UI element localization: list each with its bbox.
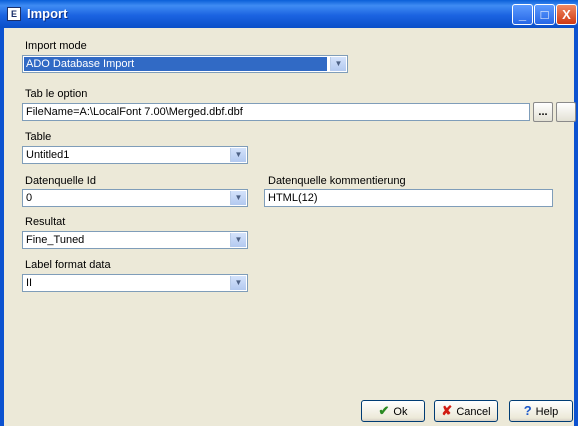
cancel-label: Cancel [456, 406, 491, 418]
table-label: Table [25, 131, 52, 143]
result-select[interactable]: Fine_Tuned ▼ [22, 231, 248, 249]
table-value: Untitled1 [26, 149, 70, 161]
maximize-button[interactable]: □ [534, 4, 555, 25]
destination-select[interactable]: 0 ▼ [22, 189, 248, 207]
result-value: Fine_Tuned [26, 234, 85, 246]
result-label: Resultat [25, 216, 66, 228]
extra-button[interactable] [556, 102, 576, 122]
close-button[interactable]: X [556, 4, 577, 25]
destination-name-value: HTML(12) [268, 192, 318, 204]
ok-button[interactable]: ✔ Ok [361, 400, 425, 422]
title-bar: E Import _ □ X [0, 0, 578, 28]
window-border-right [574, 28, 578, 426]
help-label: Help [535, 406, 559, 418]
import-mode-value: ADO Database Import [24, 57, 327, 71]
destination-name-field[interactable]: HTML(12) [264, 189, 553, 207]
browse-button[interactable]: ... [533, 102, 553, 122]
connection-label: Tab le option [25, 88, 88, 100]
destination-value: 0 [26, 192, 33, 204]
chevron-down-icon[interactable]: ▼ [230, 148, 246, 162]
window-title: Import [27, 6, 68, 21]
label-format-label: Label format data [25, 259, 111, 271]
checkmark-icon: ✔ [378, 403, 390, 418]
help-icon: ? [523, 403, 532, 418]
connection-field[interactable]: FileName=A:\LocalFont 7.00\Merged.dbf.db… [22, 103, 530, 121]
connection-value: FileName=A:\LocalFont 7.00\Merged.dbf.db… [26, 106, 243, 118]
minimize-button[interactable]: _ [512, 4, 533, 25]
cancel-button[interactable]: ✘ Cancel [434, 400, 498, 422]
chevron-down-icon[interactable]: ▼ [230, 276, 246, 290]
label-format-select[interactable]: II ▼ [22, 274, 248, 292]
destination-name-label: Datenquelle kommentierung [268, 175, 406, 187]
help-button[interactable]: ? Help [509, 400, 573, 422]
app-icon: E [7, 7, 21, 21]
chevron-down-icon[interactable]: ▼ [330, 57, 346, 71]
chevron-down-icon[interactable]: ▼ [230, 191, 246, 205]
chevron-down-icon[interactable]: ▼ [230, 233, 246, 247]
import-dialog: E Import _ □ X Import mode ADO Database … [0, 0, 578, 426]
import-mode-select[interactable]: ADO Database Import ▼ [22, 55, 348, 73]
table-select[interactable]: Untitled1 ▼ [22, 146, 248, 164]
import-mode-label: Import mode [25, 40, 87, 52]
cross-icon: ✘ [441, 403, 453, 418]
ok-label: Ok [393, 406, 408, 418]
window-border-left [0, 28, 4, 426]
destination-label: Datenquelle Id [25, 175, 96, 187]
label-format-value: II [26, 277, 33, 289]
